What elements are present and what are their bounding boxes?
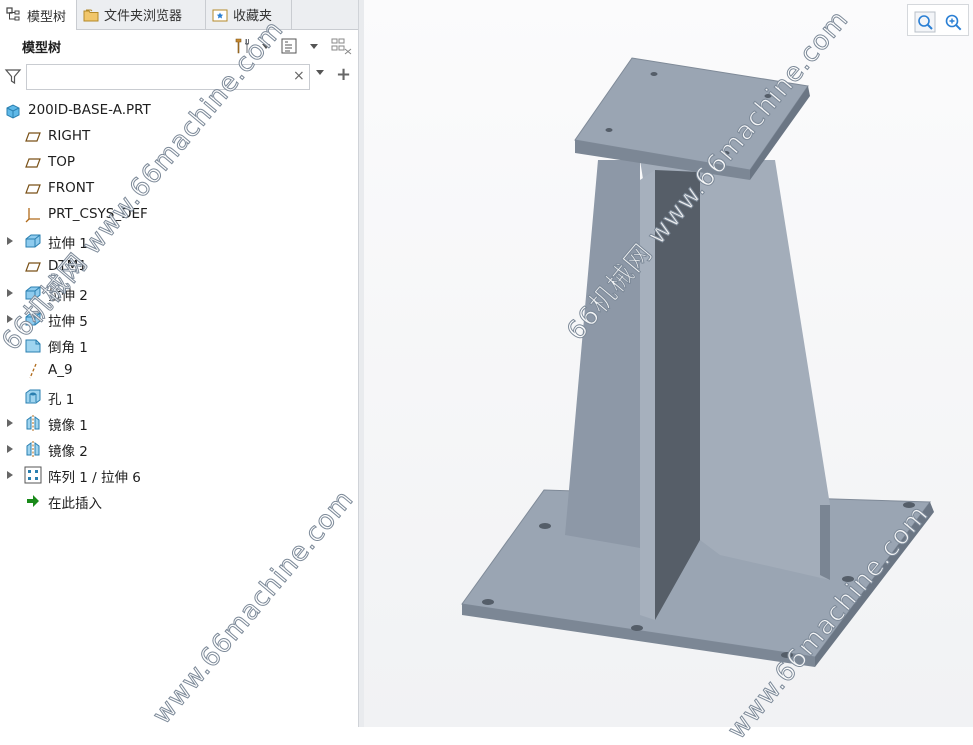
tree-item-label: 孔 1 <box>48 392 75 408</box>
mirror-icon <box>24 440 42 458</box>
tree-item[interactable]: 镜像 1 <box>0 410 358 436</box>
hole <box>539 523 551 529</box>
tree-item[interactable]: 拉伸 5 <box>0 306 358 332</box>
datum-plane-icon <box>24 180 42 198</box>
expand-arrow-icon[interactable] <box>7 237 13 245</box>
tree-item-label: 拉伸 5 <box>48 314 88 330</box>
chamfer-icon <box>24 336 42 354</box>
pattern-icon <box>24 466 42 484</box>
tree-item[interactable]: PRT_CSYS_DEF <box>0 202 358 228</box>
tree-item[interactable]: 镜像 2 <box>0 436 358 462</box>
csys-icon <box>24 206 42 224</box>
tree-item[interactable]: DTM1 <box>0 254 358 280</box>
tab-label: 收藏夹 <box>233 9 273 24</box>
tree-item[interactable]: 在此插入 <box>0 488 358 514</box>
tree-item-label: 阵列 1 / 拉伸 6 <box>48 470 141 486</box>
tree-search-input[interactable] <box>26 64 310 90</box>
tree-item[interactable]: 阵列 1 / 拉伸 6 <box>0 462 358 488</box>
datum-plane-icon <box>24 154 42 172</box>
expand-arrow-icon[interactable] <box>7 445 13 453</box>
add-filter-icon[interactable]: + <box>336 64 351 85</box>
extrude-icon <box>24 232 42 250</box>
tree-item-label: 拉伸 1 <box>48 236 88 252</box>
right-web-edge <box>820 505 830 580</box>
tree-item-label: 镜像 2 <box>48 444 88 460</box>
tree-item[interactable]: 孔 1 <box>0 384 358 410</box>
extrude-icon <box>24 284 42 302</box>
tree-item-label: 镜像 1 <box>48 418 88 434</box>
hole-icon <box>24 388 42 406</box>
tree-item[interactable]: A_9 <box>0 358 358 384</box>
expand-arrow-icon[interactable] <box>7 289 13 297</box>
model-tree-panel: 模型树 文件夹浏览器 收藏夹 模型树 × + 200ID-BASE-A.PRT … <box>0 0 358 727</box>
tree-item-label: 在此插入 <box>48 496 102 512</box>
hole <box>842 576 854 582</box>
tree-item[interactable]: 倒角 1 <box>0 332 358 358</box>
hole <box>781 652 793 658</box>
tree-header: 模型树 <box>0 31 358 61</box>
center-rib-face <box>640 170 655 620</box>
tree-item[interactable]: 200ID-BASE-A.PRT <box>0 98 358 124</box>
datum-axis-icon <box>24 362 42 380</box>
model-tree-icon <box>6 7 22 23</box>
funnel-icon[interactable] <box>4 67 22 85</box>
tab-label: 模型树 <box>27 9 67 25</box>
panel-title: 模型树 <box>22 41 62 56</box>
mirror-icon <box>24 414 42 432</box>
hole <box>631 625 643 631</box>
tools-dropdown-arrow[interactable] <box>262 44 270 49</box>
base-bracket-model[interactable] <box>364 0 973 727</box>
tree-item[interactable]: 拉伸 1 <box>0 228 358 254</box>
search-row: × + <box>0 61 358 93</box>
tab-favorites[interactable]: 收藏夹 <box>206 0 292 29</box>
expand-arrow-icon[interactable] <box>7 315 13 323</box>
tree-columns-icon[interactable] <box>281 37 299 55</box>
show-dropdown-arrow[interactable] <box>310 44 318 49</box>
tree-item-label: DTM1 <box>48 258 87 274</box>
tree-item-label: 倒角 1 <box>48 340 88 356</box>
insert-here-arrow-icon <box>24 492 42 510</box>
tree-item-label: PRT_CSYS_DEF <box>48 206 148 222</box>
tree-item-label: 拉伸 2 <box>48 288 88 304</box>
expand-arrow-icon[interactable] <box>7 419 13 427</box>
datum-plane-icon <box>24 128 42 146</box>
tree-item-label: 200ID-BASE-A.PRT <box>28 102 151 118</box>
expand-arrow-icon[interactable] <box>7 471 13 479</box>
clear-search-icon[interactable]: × <box>293 68 305 84</box>
folder-browser-icon <box>83 7 99 23</box>
tree-item[interactable]: TOP <box>0 150 358 176</box>
tools-icon[interactable] <box>233 37 251 55</box>
extrude-icon <box>24 310 42 328</box>
search-dropdown-arrow[interactable] <box>316 70 324 75</box>
datum-plane-icon <box>24 258 42 276</box>
tree-item-label: FRONT <box>48 180 95 196</box>
tree-item-label: A_9 <box>48 362 73 378</box>
hole <box>903 502 915 508</box>
tree-item-label: RIGHT <box>48 128 91 144</box>
left-web <box>565 160 640 548</box>
graphics-viewport[interactable] <box>364 0 973 727</box>
tree-item[interactable]: RIGHT <box>0 124 358 150</box>
part-icon <box>4 102 22 120</box>
tree-item-label: TOP <box>48 154 76 170</box>
tree-filter-settings-icon[interactable] <box>331 37 352 55</box>
hole <box>482 599 494 605</box>
tab-bar: 模型树 文件夹浏览器 收藏夹 <box>0 0 358 30</box>
tab-folder-browser[interactable]: 文件夹浏览器 <box>77 0 206 29</box>
tree-item[interactable]: FRONT <box>0 176 358 202</box>
favorites-icon <box>212 7 228 23</box>
tab-model-tree[interactable]: 模型树 <box>0 0 77 30</box>
tab-label: 文件夹浏览器 <box>104 9 183 24</box>
tree-item[interactable]: 拉伸 2 <box>0 280 358 306</box>
